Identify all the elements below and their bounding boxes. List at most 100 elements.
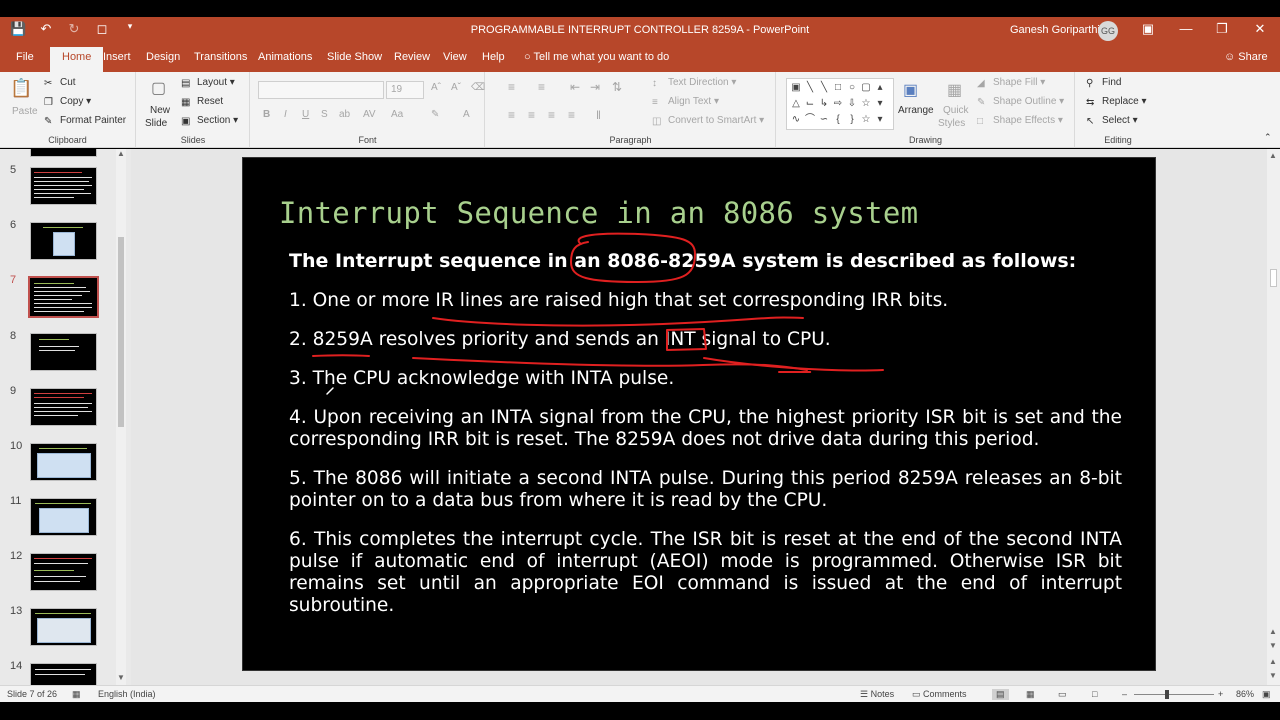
comments-button[interactable]: ▭ Comments [912, 689, 967, 700]
line-spacing-icon[interactable]: ⇅ [612, 80, 622, 94]
shape-fill-button[interactable]: ◢ Shape Fill ▾ [977, 77, 1045, 89]
layout-button[interactable]: ▤ Layout ▾ [181, 77, 235, 89]
tab-design[interactable]: Design [146, 51, 180, 63]
star-shape-icon[interactable]: ☆ [859, 112, 873, 128]
textbox-shape-icon[interactable]: ▣ [789, 80, 803, 96]
bold-icon[interactable]: B [263, 109, 270, 120]
ribbon-display-options-icon[interactable]: ▣ [1138, 21, 1158, 37]
shadow-icon[interactable]: S [321, 109, 328, 120]
zoom-slider-track[interactable] [1134, 694, 1214, 695]
new-slide-icon[interactable]: ▢ [151, 78, 166, 98]
align-text-button[interactable]: ≡ Align Text ▾ [652, 96, 719, 108]
select-button[interactable]: ↖ Select ▾ [1086, 115, 1138, 127]
numbering-icon[interactable]: ≡ [538, 80, 545, 94]
align-left-icon[interactable]: ≡ [508, 108, 515, 122]
slide-thumbnail[interactable] [30, 167, 97, 205]
brace-shape-icon[interactable]: { [831, 112, 845, 128]
arc-shape-icon[interactable]: ⌒ [803, 112, 817, 128]
bullet-point-2[interactable]: 2. 8259A resolves priority and sends an … [289, 329, 831, 351]
char-spacing-icon[interactable]: AV [363, 109, 376, 120]
restore-icon[interactable]: ❐ [1212, 21, 1232, 37]
paste-button[interactable]: Paste [12, 106, 38, 117]
notes-button[interactable]: ☰ Notes [860, 689, 894, 700]
cut-button[interactable]: ✂ Cut [44, 77, 76, 89]
zoom-level[interactable]: 86% [1236, 689, 1254, 699]
normal-view-icon[interactable]: ▤ [992, 689, 1009, 700]
slide-subtitle[interactable]: The Interrupt sequence in an 8086-8259A … [289, 250, 1076, 272]
editor-scrollbar-thumb[interactable] [1270, 269, 1277, 287]
minimize-icon[interactable]: — [1176, 21, 1196, 36]
scroll-down-icon[interactable]: ▲ [1269, 627, 1277, 636]
slide-thumbnail[interactable] [30, 608, 97, 646]
elbow-arrow-shape-icon[interactable]: ↳ [817, 96, 831, 112]
font-size-box[interactable]: 19 [386, 81, 424, 99]
find-button[interactable]: ⚲ Find [1086, 77, 1121, 89]
previous-slide-icon[interactable]: ▲ [1269, 657, 1277, 666]
slide-thumbnail[interactable] [30, 333, 97, 371]
fit-to-window-icon[interactable]: ▣ [1262, 689, 1271, 700]
columns-icon[interactable]: ‖ [596, 108, 601, 122]
more-shapes-icon[interactable]: ▾ [873, 112, 887, 128]
slide-canvas[interactable]: Interrupt Sequence in an 8086 system The… [242, 157, 1156, 671]
align-center-icon[interactable]: ≡ [528, 108, 535, 122]
decrease-indent-icon[interactable]: ⇤ [570, 80, 580, 94]
share-button[interactable]: ☺ Share [1224, 51, 1268, 63]
bullet-point-6[interactable]: 6. This completes the interrupt cycle. T… [289, 529, 1122, 617]
font-name-box[interactable] [258, 81, 384, 99]
shape-outline-button[interactable]: ✎ Shape Outline ▾ [977, 96, 1064, 108]
tab-view[interactable]: View [443, 51, 467, 63]
tab-review[interactable]: Review [394, 51, 430, 63]
section-button[interactable]: ▣ Section ▾ [181, 115, 238, 127]
scroll-down-icon[interactable]: ▼ [117, 673, 125, 682]
slide-title[interactable]: Interrupt Sequence in an 8086 system [279, 196, 918, 230]
quick-styles-label-2[interactable]: Styles [938, 118, 965, 129]
font-color-icon[interactable]: A [463, 109, 470, 120]
arrange-icon[interactable]: ▣ [903, 80, 918, 100]
scroll-down-icon[interactable]: ▼ [1269, 641, 1277, 650]
rounded-rect-shape-icon[interactable]: ▢ [859, 80, 873, 96]
bullets-icon[interactable]: ≡ [508, 80, 515, 94]
reset-button[interactable]: ▦ Reset [181, 96, 223, 108]
rectangle-shape-icon[interactable]: □ [831, 80, 845, 96]
slide-thumbnail[interactable] [30, 388, 97, 426]
convert-smartart-button[interactable]: ◫ Convert to SmartArt ▾ [652, 115, 764, 127]
change-case-icon[interactable]: Aa [391, 109, 403, 120]
tab-transitions[interactable]: Transitions [194, 51, 247, 63]
slide-thumbnail[interactable] [30, 553, 97, 591]
thumbnail-scrollbar[interactable]: ▲ ▼ [116, 149, 126, 685]
tab-file[interactable]: File [16, 51, 34, 63]
slide-thumbnail[interactable] [30, 443, 97, 481]
new-slide-label-2[interactable]: Slide [145, 118, 167, 129]
close-icon[interactable]: ✕ [1250, 21, 1270, 37]
quick-styles-label-1[interactable]: Quick [943, 105, 969, 116]
shape-effects-button[interactable]: □ Shape Effects ▾ [977, 115, 1063, 127]
strikethrough-icon[interactable]: ab [339, 109, 350, 120]
scroll-up-icon[interactable]: ▲ [117, 149, 125, 158]
justify-icon[interactable]: ≡ [568, 108, 575, 122]
tab-home[interactable]: Home [50, 47, 104, 72]
brace-shape-icon[interactable]: } [845, 112, 859, 128]
arrow-right-shape-icon[interactable]: ⇨ [831, 96, 845, 112]
star-shape-icon[interactable]: ☆ [859, 96, 873, 112]
slide-thumbnail[interactable] [30, 222, 97, 260]
spellcheck-icon[interactable]: ▦ [72, 689, 81, 700]
arrow-down-shape-icon[interactable]: ⇩ [845, 96, 859, 112]
copy-button[interactable]: ❐ Copy ▾ [44, 96, 91, 108]
arrange-button[interactable]: Arrange [898, 105, 934, 116]
more-shapes-icon[interactable]: ▾ [873, 96, 887, 112]
slide-thumbnail-active[interactable] [28, 276, 99, 318]
scroll-up-icon[interactable]: ▲ [1269, 151, 1277, 160]
bullet-point-1[interactable]: 1. One or more IR lines are raised high … [289, 290, 948, 312]
avatar[interactable]: GG [1098, 21, 1118, 41]
zoom-in-icon[interactable]: + [1218, 689, 1223, 699]
format-painter-button[interactable]: ✎ Format Painter [44, 115, 126, 127]
zoom-slider-thumb[interactable] [1165, 690, 1169, 699]
wave-shape-icon[interactable]: ∿ [789, 112, 803, 128]
tell-me-search[interactable]: ○ Tell me what you want to do [524, 51, 669, 63]
decrease-font-icon[interactable]: Aˇ [451, 82, 461, 93]
bullet-point-4[interactable]: 4. Upon receiving an INTA signal from th… [289, 407, 1122, 451]
underline-icon[interactable]: U [302, 109, 309, 120]
bullet-point-3[interactable]: 3. The CPU acknowledge with INTA pulse. [289, 368, 674, 390]
bullet-point-5[interactable]: 5. The 8086 will initiate a second INTA … [289, 468, 1122, 512]
line-shape-icon[interactable]: ╲ [803, 80, 817, 96]
